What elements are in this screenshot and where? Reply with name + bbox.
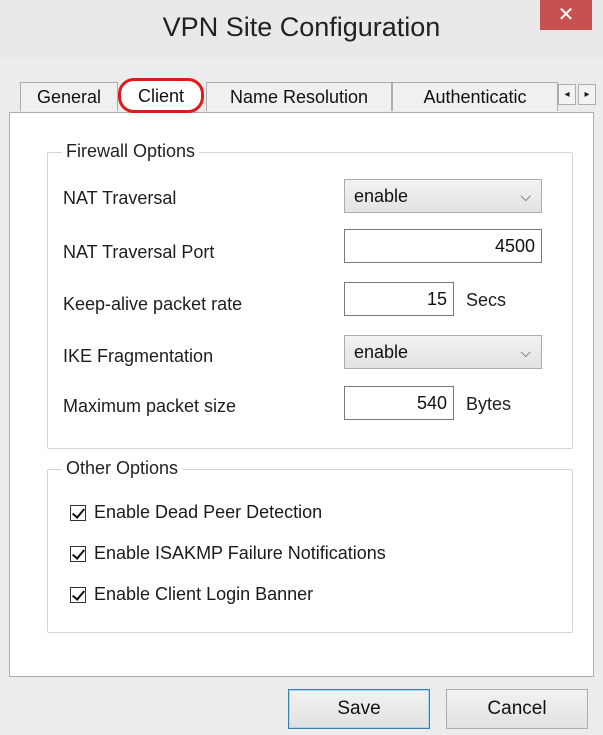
isakmp-notifications-checkbox[interactable]: [70, 545, 86, 562]
nat-traversal-label: NAT Traversal: [63, 188, 177, 208]
max-packet-size-field[interactable]: 540: [344, 386, 454, 420]
max-packet-unit: Bytes: [466, 394, 512, 414]
tab-general[interactable]: General: [20, 82, 118, 111]
dead-peer-detection-label: Enable Dead Peer Detection: [94, 502, 323, 522]
close-button[interactable]: ✕: [540, 0, 592, 30]
other-options-group: Other Options Enable Dead Peer Detection…: [47, 458, 573, 633]
save-button[interactable]: Save: [288, 689, 430, 729]
client-login-banner-label: Enable Client Login Banner: [94, 584, 314, 604]
cancel-button[interactable]: Cancel: [446, 689, 588, 729]
ike-fragmentation-select[interactable]: enable ⌵: [344, 335, 542, 369]
keepalive-unit: Secs: [466, 290, 507, 310]
firewall-options-group: Firewall Options NAT Traversal enable ⌵ …: [47, 141, 573, 449]
title-bar: VPN Site Configuration ✕: [0, 0, 603, 58]
tab-scroll-arrows: ◂ ▸: [558, 84, 598, 106]
isakmp-notifications-label: Enable ISAKMP Failure Notifications: [94, 543, 386, 563]
tab-strip: General Client Name Resolution Authentic…: [20, 78, 596, 113]
tab-client[interactable]: Client: [118, 78, 204, 113]
other-options-legend: Other Options: [62, 458, 183, 479]
chevron-down-icon: ⌵: [520, 344, 531, 360]
tab-authentication[interactable]: Authenticatic: [392, 82, 558, 111]
keepalive-rate-field[interactable]: 15: [344, 282, 454, 316]
keepalive-rate-label: Keep-alive packet rate: [63, 294, 243, 314]
dead-peer-detection-row[interactable]: Enable Dead Peer Detection: [70, 502, 322, 523]
firewall-options-legend: Firewall Options: [62, 141, 200, 162]
nat-traversal-port-field[interactable]: 4500: [344, 229, 542, 263]
nat-traversal-select[interactable]: enable ⌵: [344, 179, 542, 213]
chevron-down-icon: ⌵: [520, 188, 531, 204]
client-tab-panel: Firewall Options NAT Traversal enable ⌵ …: [9, 112, 594, 677]
dead-peer-detection-checkbox[interactable]: [70, 504, 86, 521]
ike-fragmentation-value: enable: [354, 342, 409, 362]
ike-fragmentation-label: IKE Fragmentation: [63, 346, 214, 366]
client-login-banner-row[interactable]: Enable Client Login Banner: [70, 584, 313, 605]
tab-name-resolution[interactable]: Name Resolution: [206, 82, 392, 111]
nat-traversal-value: enable: [354, 186, 409, 206]
scroll-left-icon[interactable]: ◂: [558, 84, 576, 105]
isakmp-notifications-row[interactable]: Enable ISAKMP Failure Notifications: [70, 543, 386, 564]
scroll-right-icon[interactable]: ▸: [578, 84, 596, 105]
nat-traversal-port-label: NAT Traversal Port: [63, 242, 215, 262]
vpn-site-configuration-dialog: VPN Site Configuration ✕ General Client …: [0, 0, 603, 735]
client-login-banner-checkbox[interactable]: [70, 586, 86, 603]
max-packet-size-label: Maximum packet size: [63, 396, 237, 416]
window-title: VPN Site Configuration: [162, 12, 441, 42]
